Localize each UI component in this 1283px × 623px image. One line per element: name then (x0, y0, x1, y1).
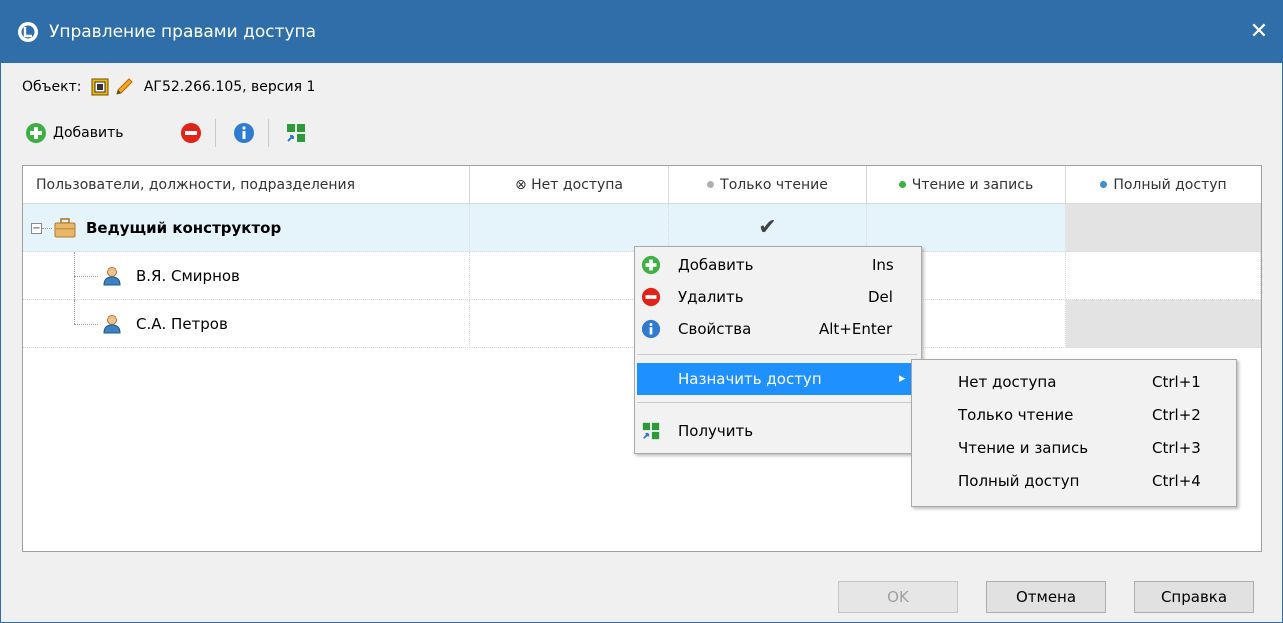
collapse-toggle[interactable]: − (31, 223, 42, 234)
column-header-no-access[interactable]: ⊗ Нет доступа (470, 166, 669, 204)
tree-connector (74, 300, 75, 324)
add-button-label: Добавить (53, 125, 124, 141)
submenu-item-read-write[interactable]: Чтение и запись Ctrl+3 (914, 432, 1232, 464)
full-access-dot-icon (1100, 180, 1108, 188)
read-write-cell[interactable] (867, 204, 1066, 252)
menu-item-delete[interactable]: Удалить Del (637, 281, 917, 313)
info-icon (234, 123, 254, 143)
menu-separator (637, 354, 917, 355)
column-header-subjects[interactable]: Пользователи, должности, подразделения (23, 166, 470, 204)
full-access-cell[interactable] (1066, 300, 1261, 348)
menu-item-get[interactable]: Получить (637, 415, 917, 447)
submenu-item-full-access[interactable]: Полный доступ Ctrl+4 (914, 465, 1232, 497)
window-title: Управление правами доступа (49, 22, 317, 42)
column-header-full-access-label: Полный доступ (1113, 177, 1227, 193)
close-button[interactable]: ✕ (1236, 1, 1282, 63)
menu-item-label: Только чтение (958, 406, 1074, 424)
menu-item-label: Удалить (678, 288, 744, 306)
position-briefcase-icon (54, 218, 76, 238)
delete-icon (181, 123, 201, 143)
object-label: Объект: (22, 79, 82, 95)
full-access-cell[interactable] (1066, 204, 1261, 252)
tree-connector (42, 228, 52, 229)
add-icon (641, 255, 661, 275)
properties-button[interactable] (233, 117, 255, 149)
tree-connector (74, 276, 75, 300)
read-only-cell[interactable]: ✔ (669, 204, 867, 252)
delete-icon (641, 287, 661, 307)
access-rights-dialog: Управление правами доступа ✕ Объект: АГ5… (0, 0, 1283, 623)
menu-item-shortcut: Alt+Enter (819, 320, 893, 338)
assign-access-submenu: Нет доступа Ctrl+1 Только чтение Ctrl+2 … (911, 359, 1237, 507)
row-name: Ведущий конструктор (86, 219, 282, 237)
user-icon (103, 267, 121, 286)
document-object-icon (91, 78, 109, 96)
ok-button[interactable]: OK (838, 581, 958, 613)
column-header-full-access[interactable]: Полный доступ (1066, 166, 1261, 204)
tree-connector (74, 252, 75, 276)
table-row[interactable]: ✔ − Ведущий конструктор (23, 204, 1261, 252)
object-row: Объект: АГ52.266.105, версия 1 (22, 75, 315, 99)
app-logo-icon (18, 22, 38, 42)
toolbar-separator (215, 119, 216, 147)
row-name: В.Я. Смирнов (136, 267, 240, 285)
add-button[interactable]: Добавить (25, 117, 123, 149)
menu-separator (637, 402, 917, 403)
info-icon (641, 319, 661, 339)
toolbar-separator (268, 119, 269, 147)
menu-item-shortcut: Ctrl+3 (1152, 439, 1201, 457)
submenu-item-no-access[interactable]: Нет доступа Ctrl+1 (914, 366, 1232, 398)
menu-item-shortcut: Ctrl+4 (1152, 472, 1201, 490)
column-header-read-write[interactable]: Чтение и запись (867, 166, 1066, 204)
menu-item-shortcut: Ins (872, 256, 894, 274)
tree-connector (74, 276, 98, 277)
title-bar: Управление правами доступа ✕ (1, 1, 1282, 63)
menu-item-assign-access[interactable]: Назначить доступ ▸ (637, 363, 917, 395)
read-only-dot-icon (707, 180, 715, 188)
menu-item-label: Полный доступ (958, 472, 1080, 490)
help-button[interactable]: Справка (1134, 581, 1254, 613)
get-access-icon (642, 422, 660, 440)
get-access-icon (287, 124, 305, 142)
cancel-button[interactable]: Отмена (986, 581, 1106, 613)
menu-item-properties[interactable]: Свойства Alt+Enter (637, 313, 917, 345)
object-name: АГ52.266.105, версия 1 (143, 79, 316, 95)
submenu-item-read-only[interactable]: Только чтение Ctrl+2 (914, 399, 1232, 431)
pencil-icon (116, 78, 134, 95)
no-access-cell[interactable] (470, 204, 669, 252)
menu-item-label: Получить (678, 422, 754, 440)
column-header-read-only[interactable]: Только чтение (669, 166, 867, 204)
read-write-dot-icon (898, 180, 906, 188)
full-access-cell[interactable] (1066, 252, 1261, 300)
menu-item-label: Нет доступа (958, 373, 1057, 391)
tree-connector (74, 324, 98, 325)
get-access-button[interactable] (285, 117, 307, 149)
delete-button[interactable] (180, 117, 202, 149)
checkmark-icon: ✔ (758, 215, 777, 240)
row-name: С.А. Петров (136, 315, 228, 333)
context-menu: Добавить Ins Удалить Del Свойства Alt+En… (634, 246, 922, 454)
column-header-read-write-label: Чтение и запись (911, 177, 1034, 193)
menu-item-label: Свойства (678, 320, 752, 338)
menu-item-shortcut: Ctrl+2 (1152, 406, 1201, 424)
add-icon (26, 123, 46, 143)
menu-item-label: Назначить доступ (678, 370, 822, 388)
column-header-read-only-label: Только чтение (720, 177, 828, 193)
menu-item-shortcut: Ctrl+1 (1152, 373, 1201, 391)
submenu-arrow-icon: ▸ (899, 371, 906, 386)
menu-item-label: Чтение и запись (958, 439, 1089, 457)
user-icon (103, 315, 121, 334)
menu-item-shortcut: Del (868, 288, 893, 306)
menu-item-add[interactable]: Добавить Ins (637, 249, 917, 281)
menu-item-label: Добавить (678, 256, 754, 274)
